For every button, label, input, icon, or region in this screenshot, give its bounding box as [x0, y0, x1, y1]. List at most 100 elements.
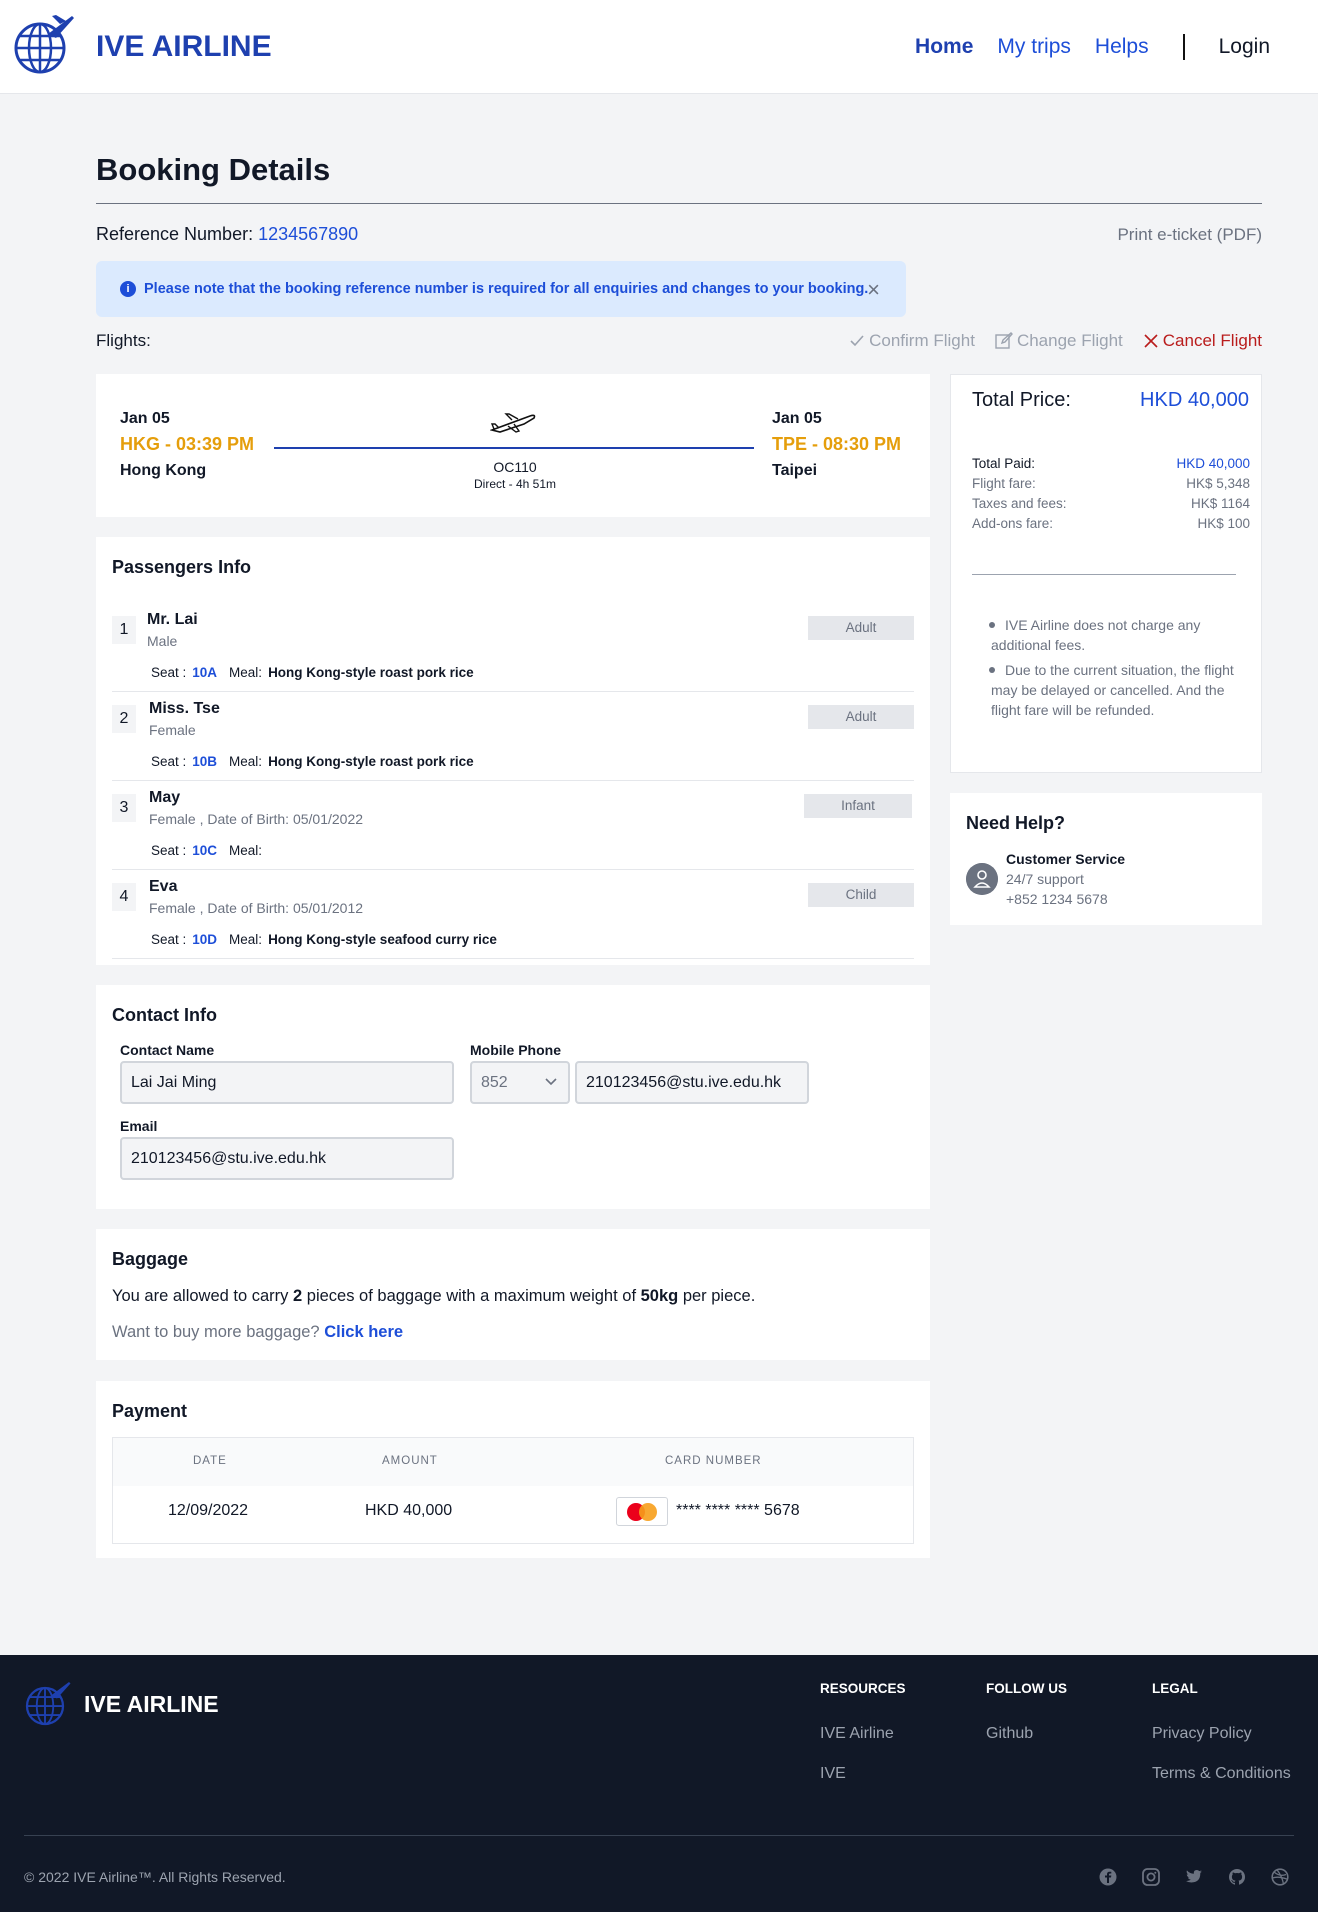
dribbble-icon[interactable] [1271, 1868, 1289, 1886]
nav-helps[interactable]: Helps [1095, 35, 1149, 59]
confirm-flight-button[interactable]: Confirm Flight [849, 331, 975, 351]
price-row-label: Flight fare: [972, 476, 1036, 491]
baggage-allowance-text: You are allowed to carry 2 pieces of bag… [112, 1287, 755, 1306]
footer-link-ive-airline[interactable]: IVE Airline [820, 1725, 894, 1743]
seat-number: 10D [192, 932, 218, 947]
seat-label: Seat : [151, 932, 187, 947]
contact-name-field[interactable]: Lai Jai Ming [120, 1061, 454, 1104]
baggage-text-3: per piece. [678, 1287, 756, 1305]
payment-title: Payment [112, 1401, 188, 1421]
footer-link-privacy[interactable]: Privacy Policy [1152, 1725, 1252, 1743]
payment-table: DATE AMOUNT CARD NUMBER 12/09/2022 HKD 4… [112, 1437, 914, 1544]
cancel-flight-button[interactable]: Cancel Flight [1143, 331, 1262, 351]
change-flight-label: Change Flight [1016, 331, 1123, 350]
github-icon[interactable] [1228, 1868, 1246, 1886]
passenger-row: 4 Eva Female , Date of Birth: 05/01/2012… [112, 870, 914, 959]
passenger-details: Male [147, 633, 178, 649]
reference-number: Reference Number: 1234567890 [96, 224, 358, 245]
passenger-number: 1 [112, 616, 136, 644]
nav-divider [1182, 34, 1185, 60]
note-text: IVE Airline does not charge any addition… [991, 617, 1201, 653]
help-phone[interactable]: +852 1234 5678 [1006, 891, 1108, 907]
passenger-number: 4 [112, 883, 136, 911]
nav-home[interactable]: Home [915, 35, 973, 59]
total-price-value: HKD 40,000 [1140, 389, 1249, 411]
footer-link-ive[interactable]: IVE [820, 1765, 846, 1783]
facebook-icon[interactable] [1099, 1868, 1117, 1886]
price-row-label: Add-ons fare: [972, 516, 1054, 531]
check-icon [850, 335, 864, 347]
twitter-icon[interactable] [1185, 1868, 1203, 1886]
passenger-type-badge: Child [808, 883, 914, 907]
buy-baggage-prompt: Want to buy more baggage? Click here [112, 1323, 403, 1342]
country-code-value: 852 [481, 1074, 508, 1091]
footer-follow-title: FOLLOW US [986, 1681, 1067, 1696]
globe-plane-logo-icon[interactable] [24, 1679, 72, 1727]
buy-baggage-text: Want to buy more baggage? [112, 1323, 325, 1341]
passenger-type-badge: Infant [804, 794, 912, 818]
arrival-date: Jan 05 [772, 410, 822, 427]
note-item: IVE Airline does not charge any addition… [989, 615, 1235, 655]
title-divider [96, 203, 1262, 204]
passenger-row: 2 Miss. Tse Female Adult Seat : 10B Meal: H… [112, 692, 914, 781]
reference-label: Reference Number: [96, 224, 259, 244]
departure-time: HKG - 03:39 PM [120, 434, 255, 454]
price-row-label: Total Paid: [972, 456, 1036, 471]
buy-baggage-link[interactable]: Click here [324, 1323, 403, 1341]
info-icon: i [120, 281, 136, 297]
price-divider [972, 574, 1236, 575]
arrival-time: TPE - 08:30 PM [772, 434, 902, 454]
mobile-phone-field[interactable]: 210123456@stu.ive.edu.hk [575, 1061, 809, 1104]
brand-name[interactable]: IVE AIRLINE [96, 30, 272, 64]
price-row-value: HK$ 100 [1197, 516, 1250, 531]
passenger-details: Female , Date of Birth: 05/01/2022 [149, 811, 364, 827]
departure-date: Jan 05 [120, 410, 170, 427]
instagram-icon[interactable] [1142, 1868, 1160, 1886]
close-icon[interactable]: × [867, 277, 880, 303]
seat-meal-info: Seat : 10A Meal: Hong Kong-style roast pork… [151, 665, 474, 680]
footer-divider [24, 1835, 1294, 1836]
price-row: Flight fare: HK$ 5,348 [972, 476, 1250, 491]
total-price-label: Total Price: [972, 389, 1071, 411]
nav-login[interactable]: Login [1219, 35, 1270, 59]
footer-link-github[interactable]: Github [986, 1725, 1033, 1743]
help-support-hours: 24/7 support [1006, 871, 1084, 887]
page-title: Booking Details [96, 152, 331, 187]
seat-label: Seat : [151, 843, 187, 858]
price-row-value: HKD 40,000 [1176, 456, 1250, 471]
contact-title: Contact Info [112, 1005, 217, 1025]
x-icon [1144, 334, 1158, 348]
price-summary-card: Total Price: HKD 40,000 Total Paid: HKD … [950, 374, 1262, 773]
site-header: IVE AIRLINE Home My trips Helps Login [0, 0, 1318, 94]
payment-card-number: **** **** **** 5678 [676, 1502, 800, 1519]
seat-number: 10B [192, 754, 218, 769]
meal-label: Meal: [229, 665, 263, 680]
payment-amount: HKD 40,000 [365, 1502, 453, 1519]
cancel-flight-label: Cancel Flight [1162, 331, 1262, 350]
country-code-select[interactable]: 852 [470, 1061, 570, 1104]
change-flight-button[interactable]: Change Flight [995, 331, 1123, 351]
flights-label: Flights: [96, 331, 151, 350]
email-field[interactable]: 210123456@stu.ive.edu.hk [120, 1137, 454, 1180]
help-card: Need Help? Customer Service 24/7 support… [950, 793, 1262, 925]
nav-my-trips[interactable]: My trips [997, 35, 1071, 59]
price-row: Taxes and fees: HK$ 1164 [972, 496, 1250, 511]
footer-link-terms[interactable]: Terms & Conditions [1152, 1765, 1291, 1783]
footer-legal-title: LEGAL [1152, 1681, 1198, 1696]
confirm-flight-label: Confirm Flight [869, 331, 975, 350]
note-item: Due to the current situation, the flight… [989, 660, 1235, 720]
passenger-row: 1 Mr. Lai Male Adult Seat : 10A Meal: Hong … [112, 603, 914, 692]
footer-brand[interactable]: IVE AIRLINE [84, 1691, 219, 1718]
print-eticket-link[interactable]: Print e-ticket (PDF) [1117, 225, 1262, 245]
baggage-pieces: 2 [293, 1287, 303, 1305]
price-row-label: Taxes and fees: [972, 496, 1067, 511]
passengers-card: Passengers Info 1 Mr. Lai Male Adult Sea… [96, 537, 930, 965]
mobile-phone-label: Mobile Phone [470, 1042, 561, 1058]
passenger-type-badge: Adult [808, 616, 914, 640]
flight-actions: Confirm Flight Change Flight Cancel Flig… [829, 331, 1262, 351]
column-header-amount: AMOUNT [382, 1455, 438, 1467]
payment-card: Payment DATE AMOUNT CARD NUMBER 12/09/20… [96, 1381, 930, 1558]
globe-plane-logo-icon[interactable] [12, 12, 76, 76]
meal-value: Hong Kong-style roast pork rice [268, 665, 474, 680]
passenger-row: 3 May Female , Date of Birth: 05/01/2022… [112, 781, 914, 870]
